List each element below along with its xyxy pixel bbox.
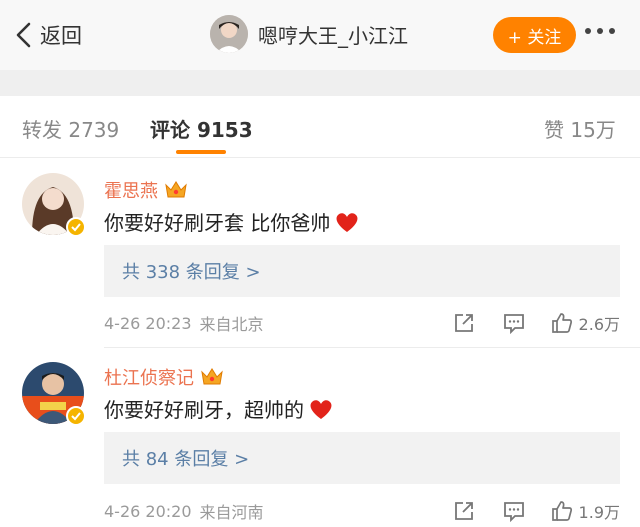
heart-emoji-icon xyxy=(336,212,358,232)
comment-meta: 4-26 20:23 来自北京 2.6万 xyxy=(104,311,620,335)
comment-location: 来自北京 xyxy=(199,315,264,334)
header-separator xyxy=(0,70,640,96)
verified-badge-icon xyxy=(66,217,86,237)
comment-time: 4-26 20:23 xyxy=(104,313,192,333)
back-label: 返回 xyxy=(40,24,82,48)
comment-time: 4-26 20:20 xyxy=(104,501,192,521)
comment-text: 你要好好刷牙，超帅的 xyxy=(104,398,304,422)
comment-location: 来自河南 xyxy=(199,503,264,522)
reply-icon[interactable] xyxy=(503,312,525,334)
tab-reposts[interactable]: 转发 2739 xyxy=(22,114,119,143)
top-nav-bar: 返回 嗯哼大王_小江江 + 关注 xyxy=(0,0,640,70)
comment-author-name[interactable]: 霍思燕 xyxy=(104,177,158,203)
reply-count-text: 共 338 条回复 > xyxy=(122,262,261,283)
verified-badge-icon xyxy=(66,406,86,426)
comment-author-name[interactable]: 杜江侦察记 xyxy=(104,364,194,390)
like-count: 2.6万 xyxy=(578,315,620,334)
comment-item: 杜江侦察记 你要好好刷牙，超帅的 共 84 条回复 > 4-26 20:20 来… xyxy=(0,348,640,527)
tab-comments[interactable]: 评论 9153 xyxy=(150,114,253,143)
like-count: 1.9万 xyxy=(578,503,620,522)
crown-icon xyxy=(165,181,187,198)
comment-text-row: 你要好好刷牙，超帅的 xyxy=(104,394,334,423)
title-area[interactable]: 嗯哼大王_小江江 xyxy=(210,15,408,53)
like-button[interactable]: 2.6万 xyxy=(551,311,620,335)
comment-item: 霍思燕 你要好好刷牙套 比你爸帅 共 338 条回复 > 4-26 20:23 … xyxy=(0,159,640,347)
crown-icon xyxy=(201,368,223,385)
comment-actions: 1.9万 xyxy=(453,499,620,523)
comment-author-row: 霍思燕 xyxy=(104,177,188,203)
active-tab-indicator xyxy=(176,150,226,154)
like-button[interactable]: 1.9万 xyxy=(551,499,620,523)
comment-author-row: 杜江侦察记 xyxy=(104,364,224,390)
tab-likes[interactable]: 赞 15万 xyxy=(544,114,616,143)
chevron-left-icon xyxy=(16,22,31,48)
follow-button[interactable]: + 关注 xyxy=(493,17,576,53)
share-icon[interactable] xyxy=(453,500,475,522)
thumbs-up-icon xyxy=(551,501,572,521)
comment-text: 你要好好刷牙套 比你爸帅 xyxy=(104,211,331,235)
author-avatar[interactable] xyxy=(210,15,248,53)
heart-emoji-icon xyxy=(310,399,332,419)
tab-bar: 转发 2739 评论 9153 赞 15万 xyxy=(0,96,640,158)
reply-icon[interactable] xyxy=(503,500,525,522)
more-dots-icon[interactable] xyxy=(585,28,615,34)
share-icon[interactable] xyxy=(453,312,475,334)
reply-count-link[interactable]: 共 338 条回复 > xyxy=(104,245,620,297)
reply-count-text: 共 84 条回复 > xyxy=(122,449,250,470)
page-title: 嗯哼大王_小江江 xyxy=(258,23,408,48)
back-button[interactable]: 返回 xyxy=(14,20,82,50)
reply-count-link[interactable]: 共 84 条回复 > xyxy=(104,432,620,484)
comment-text-row: 你要好好刷牙套 比你爸帅 xyxy=(104,207,360,236)
comment-actions: 2.6万 xyxy=(453,311,620,335)
comment-meta: 4-26 20:20 来自河南 1.9万 xyxy=(104,499,620,523)
thumbs-up-icon xyxy=(551,313,572,333)
